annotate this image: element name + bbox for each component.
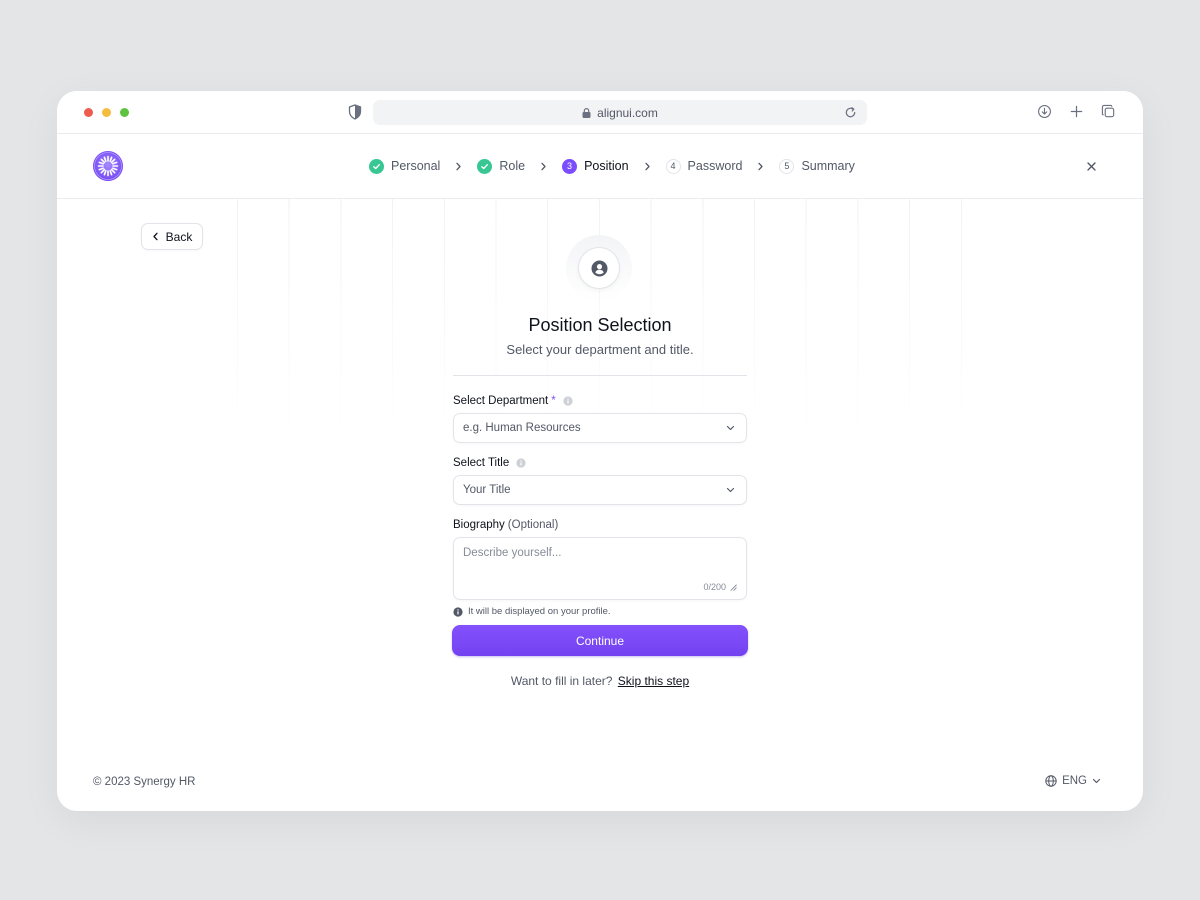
- step-label: Role: [499, 159, 526, 173]
- chevron-right-icon: [540, 162, 547, 171]
- step-label: Password: [687, 159, 743, 173]
- chevron-down-icon: [1092, 778, 1101, 784]
- optional-tag: (Optional): [507, 519, 559, 531]
- browser-window: alignui.com Personal Role 3 Position 4 P…: [57, 91, 1143, 811]
- divider: [453, 375, 747, 376]
- title-label-text: Select Title: [453, 457, 510, 469]
- character-counter: 0/200: [703, 582, 737, 592]
- close-window-button[interactable]: [84, 108, 93, 117]
- globe-icon: [1045, 775, 1057, 787]
- new-tab-icon[interactable]: [1069, 104, 1084, 119]
- chevron-right-icon: [757, 162, 764, 171]
- biography-hint: It will be displayed on your profile.: [453, 606, 747, 617]
- title-placeholder: Your Title: [463, 484, 511, 496]
- counter-text: 0/200: [703, 582, 726, 592]
- chevron-down-icon: [726, 425, 735, 431]
- minimize-window-button[interactable]: [102, 108, 111, 117]
- browser-actions: [1037, 104, 1116, 119]
- hero-icon-circle: [578, 247, 620, 289]
- hero-icon-ring: [566, 235, 632, 301]
- info-icon[interactable]: [516, 458, 526, 468]
- title-select[interactable]: Your Title: [453, 475, 747, 505]
- copyright: © 2023 Synergy HR: [93, 776, 196, 788]
- close-icon[interactable]: [1086, 161, 1097, 172]
- browser-toolbar: alignui.com: [57, 91, 1143, 134]
- back-label: Back: [165, 229, 193, 244]
- maximize-window-button[interactable]: [120, 108, 129, 117]
- step-label: Position: [584, 159, 629, 173]
- department-placeholder: e.g. Human Resources: [463, 422, 581, 434]
- step-label: Summary: [801, 159, 855, 173]
- check-icon: [477, 158, 493, 174]
- lock-icon: [582, 107, 591, 118]
- chevron-left-icon: [153, 232, 158, 241]
- biography-textarea[interactable]: Describe yourself... 0/200: [453, 537, 747, 600]
- step-personal[interactable]: Personal: [369, 158, 441, 174]
- shield-icon[interactable]: [348, 104, 362, 120]
- department-select[interactable]: e.g. Human Resources: [453, 413, 747, 443]
- department-label-text: Select Department: [453, 395, 549, 407]
- hint-text: It will be displayed on your profile.: [468, 606, 611, 617]
- check-icon: [369, 158, 384, 174]
- download-icon[interactable]: [1037, 104, 1052, 119]
- step-password[interactable]: 4 Password: [665, 158, 743, 174]
- url-text: alignui.com: [597, 105, 658, 120]
- language-label: ENG: [1062, 775, 1087, 787]
- step-label: Personal: [391, 159, 441, 173]
- app-header: Personal Role 3 Position 4 Password 5 Su…: [57, 134, 1143, 199]
- skip-prompt: Want to fill in later?: [510, 674, 613, 688]
- info-icon[interactable]: [563, 396, 573, 406]
- page-title: Position Selection: [528, 315, 672, 335]
- step-number: 4: [665, 158, 681, 174]
- page-subtitle: Select your department and title.: [506, 342, 694, 357]
- skip-row: Want to fill in later? Skip this step: [57, 674, 1143, 688]
- department-label: Select Department *: [453, 394, 747, 408]
- address-bar[interactable]: alignui.com: [373, 100, 867, 125]
- window-controls: [84, 108, 129, 117]
- skip-step-link[interactable]: Skip this step: [618, 674, 689, 688]
- resize-handle-icon[interactable]: [730, 584, 737, 591]
- tabs-overview-icon[interactable]: [1101, 104, 1116, 119]
- chevron-right-icon: [455, 162, 462, 171]
- step-number: 3: [562, 158, 578, 174]
- synergy-logo-icon[interactable]: [92, 150, 124, 182]
- continue-button[interactable]: Continue: [452, 625, 748, 656]
- title-label: Select Title: [453, 456, 747, 470]
- stepper: Personal Role 3 Position 4 Password 5 Su…: [369, 156, 855, 176]
- position-form: Select Department * e.g. Human Resources…: [453, 394, 747, 617]
- user-circle-icon: [591, 260, 607, 276]
- biography-label: Biography (Optional): [453, 518, 747, 532]
- language-selector[interactable]: ENG: [1045, 775, 1101, 787]
- biography-label-text: Biography: [453, 519, 505, 531]
- reload-icon[interactable]: [844, 106, 857, 119]
- info-icon: [453, 606, 463, 617]
- biography-placeholder: Describe yourself...: [463, 547, 562, 559]
- step-number: 5: [779, 158, 795, 174]
- step-role[interactable]: Role: [477, 158, 526, 174]
- chevron-down-icon: [726, 487, 735, 493]
- chevron-right-icon: [644, 162, 651, 171]
- back-button[interactable]: Back: [141, 223, 203, 250]
- step-summary[interactable]: 5 Summary: [779, 158, 855, 174]
- step-position[interactable]: 3 Position: [562, 158, 629, 174]
- required-mark: *: [551, 395, 556, 407]
